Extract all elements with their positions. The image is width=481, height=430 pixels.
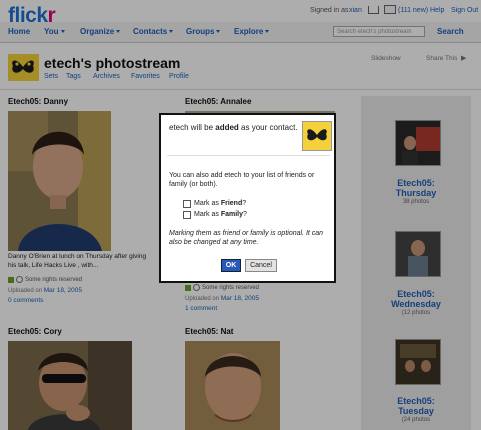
butterfly-icon bbox=[307, 129, 327, 141]
cancel-button[interactable]: Cancel bbox=[245, 259, 277, 272]
dialog-heading: etech will be added as your contact. bbox=[169, 123, 298, 132]
friend-checkbox[interactable] bbox=[183, 200, 191, 208]
contact-buddy-icon bbox=[302, 121, 332, 151]
dialog-body-text: You can also add etech to your list of f… bbox=[169, 172, 315, 188]
family-checkbox[interactable] bbox=[183, 211, 191, 219]
dialog-note: Marking them as friend or family is opti… bbox=[169, 230, 324, 246]
friend-checkbox-label: Mark as Friend? bbox=[194, 200, 247, 207]
family-checkbox-label: Mark as Family? bbox=[194, 211, 247, 218]
add-contact-dialog: etech will be added as your contact. You… bbox=[159, 113, 336, 283]
dialog-divider bbox=[167, 155, 330, 156]
ok-button[interactable]: OK bbox=[221, 259, 241, 272]
